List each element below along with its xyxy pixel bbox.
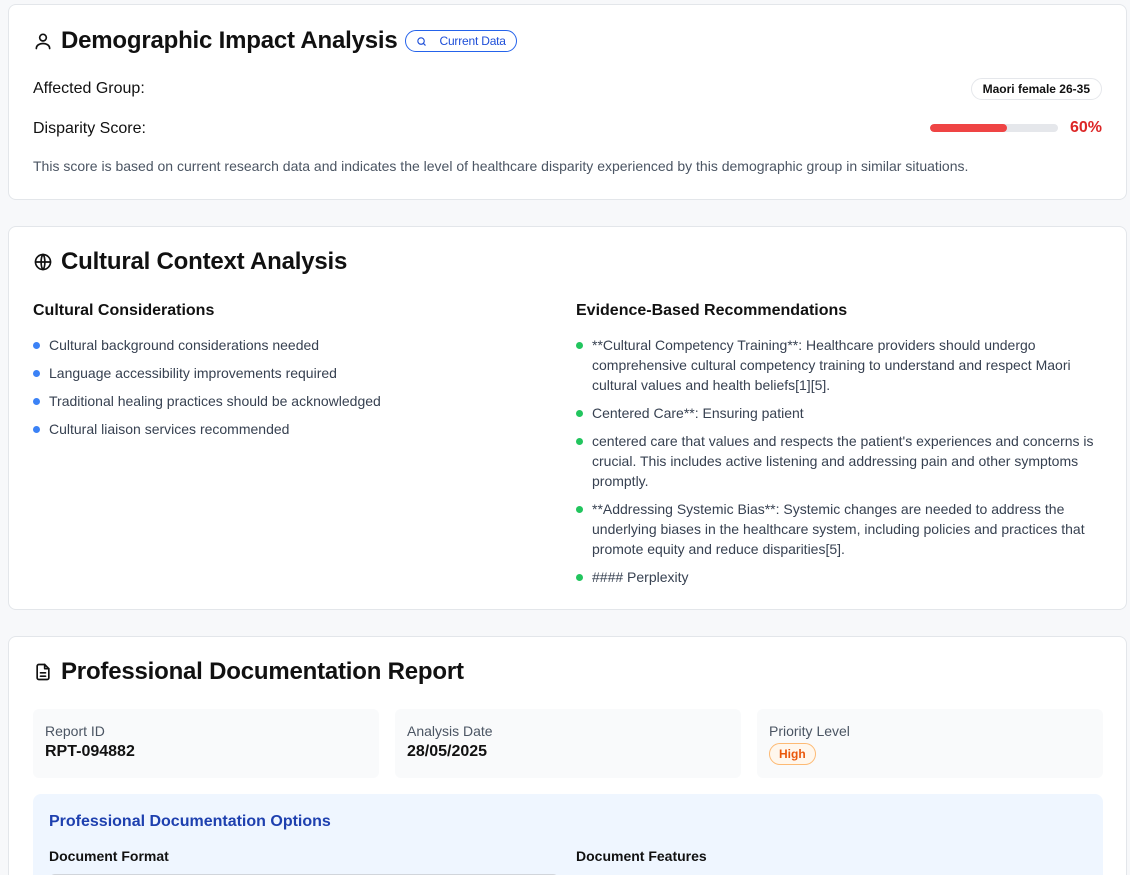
documentation-options-panel: Professional Documentation Options Docum… <box>33 794 1103 875</box>
current-data-badge: Current Data <box>405 30 517 52</box>
current-data-label: Current Data <box>439 34 506 48</box>
disparity-score-fill <box>930 124 1007 132</box>
list-item-text: centered care that values and respects t… <box>592 433 1094 489</box>
bullet-dot <box>33 342 40 349</box>
report-id-box: Report ID RPT-094882 <box>33 709 379 778</box>
disparity-score-label: Disparity Score: <box>33 120 146 137</box>
list-item-text: Cultural liaison services recommended <box>49 421 290 437</box>
list-item-text: **Cultural Competency Training**: Health… <box>592 337 1071 393</box>
list-item: **Cultural Competency Training**: Health… <box>576 335 1106 395</box>
report-title-row: Professional Documentation Report <box>33 658 464 686</box>
cultural-title: Cultural Context Analysis <box>61 248 348 275</box>
bullet-dot <box>576 410 583 417</box>
document-format-heading: Document Format <box>49 848 169 864</box>
bullet-dot <box>576 342 583 349</box>
disparity-note: This score is based on current research … <box>33 158 969 174</box>
analysis-date-box: Analysis Date 28/05/2025 <box>395 709 741 778</box>
affected-group-label: Affected Group: <box>33 80 145 97</box>
list-item: centered care that values and respects t… <box>576 431 1106 491</box>
report-title: Professional Documentation Report <box>61 658 464 685</box>
considerations-heading: Cultural Considerations <box>33 302 215 319</box>
list-item: Cultural background considerations neede… <box>33 335 533 355</box>
bullet-dot <box>576 506 583 513</box>
bullet-dot <box>33 370 40 377</box>
priority-level-label: Priority Level <box>769 723 850 739</box>
list-item: Traditional healing practices should be … <box>33 391 533 411</box>
cultural-context-card: Cultural Context Analysis Cultural Consi… <box>8 226 1127 610</box>
disparity-score-bar <box>930 124 1058 132</box>
list-item-text: Cultural background considerations neede… <box>49 337 320 353</box>
document-icon <box>36 663 50 681</box>
list-item: Centered Care**: Ensuring patient <box>576 403 1106 423</box>
bullet-dot <box>576 438 583 445</box>
demographic-title: Demographic Impact Analysis <box>61 27 398 54</box>
list-item-text: Traditional healing practices should be … <box>49 393 381 409</box>
affected-group-badge: Maori female 26-35 <box>970 78 1102 100</box>
priority-badge: High <box>769 743 816 765</box>
recommendations-heading: Evidence-Based Recommendations <box>576 302 848 319</box>
list-item-text: Centered Care**: Ensuring patient <box>592 405 804 421</box>
cultural-title-row: Cultural Context Analysis <box>33 248 347 276</box>
bullet-dot <box>33 426 40 433</box>
list-item: **Addressing Systemic Bias**: Systemic c… <box>576 499 1106 559</box>
disparity-score-value: 60% <box>1069 119 1102 136</box>
list-item: #### Perplexity <box>576 567 1106 587</box>
list-item: Cultural liaison services recommended <box>33 419 533 439</box>
list-item-text: Language accessibility improvements requ… <box>49 365 337 381</box>
bullet-dot <box>33 398 40 405</box>
list-item-text: #### Perplexity <box>592 569 689 585</box>
demographic-title-row: Demographic Impact Analysis Current Data <box>33 27 517 55</box>
analysis-date-value: 28/05/2025 <box>407 743 488 760</box>
bullet-dot <box>576 574 583 581</box>
priority-level-box: Priority Level High <box>757 709 1103 778</box>
analysis-date-label: Analysis Date <box>407 723 493 739</box>
report-id-value: RPT-094882 <box>45 743 135 760</box>
recommendations-list: **Cultural Competency Training**: Health… <box>576 335 1106 595</box>
demographic-impact-card: Demographic Impact Analysis Current Data… <box>8 4 1127 200</box>
list-item: Language accessibility improvements requ… <box>33 363 533 383</box>
user-icon <box>35 33 51 50</box>
document-features-heading: Document Features <box>576 848 707 864</box>
globe-icon <box>34 253 52 271</box>
documentation-report-card: Professional Documentation Report Report… <box>8 636 1127 875</box>
search-icon <box>417 36 427 46</box>
list-item-text: **Addressing Systemic Bias**: Systemic c… <box>592 501 1085 557</box>
documentation-options-title: Professional Documentation Options <box>49 813 331 830</box>
considerations-list: Cultural background considerations neede… <box>33 335 533 447</box>
report-id-label: Report ID <box>45 723 105 739</box>
